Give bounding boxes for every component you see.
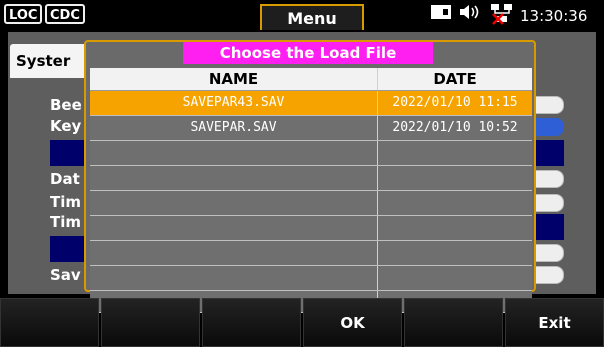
softkey-1[interactable] <box>0 298 99 347</box>
column-header-name: NAME <box>90 68 378 90</box>
loc-badge: LOC <box>4 4 43 24</box>
empty-row <box>90 266 532 291</box>
clock-time: 13:30:36 <box>520 7 588 25</box>
softkey-5[interactable] <box>404 298 503 347</box>
load-file-dialog: Choose the Load File NAME DATE SAVEPAR43… <box>84 40 536 313</box>
menu-tab[interactable]: Menu <box>260 4 364 30</box>
file-table: NAME DATE SAVEPAR43.SAV 2022/01/10 11:15… <box>90 68 532 313</box>
softkey-3[interactable] <box>202 298 301 347</box>
tab-system[interactable]: Syster <box>10 44 90 78</box>
status-bar: LOC CDC Menu 13:30:36 <box>0 0 604 32</box>
softkey-2[interactable] <box>101 298 200 347</box>
storage-icon <box>430 2 452 30</box>
beep-label: Bee <box>50 96 82 114</box>
file-date: 2022/01/10 11:15 <box>392 95 518 110</box>
speaker-icon <box>458 2 482 30</box>
date-label: Dat <box>50 170 80 188</box>
softkey-bar: OK Exit <box>0 298 604 347</box>
file-name: SAVEPAR43.SAV <box>90 91 378 115</box>
file-name: SAVEPAR.SAV <box>90 116 378 140</box>
column-header-date: DATE <box>433 70 477 88</box>
network-disconnected-icon <box>489 2 515 35</box>
ok-button[interactable]: OK <box>303 298 402 347</box>
save-label: Sav <box>50 266 81 284</box>
time-label-2: Tim <box>50 213 82 231</box>
empty-row <box>90 191 532 216</box>
empty-row <box>90 216 532 241</box>
time-label: Tim <box>50 193 82 211</box>
table-row[interactable]: SAVEPAR43.SAV 2022/01/10 11:15 <box>90 91 532 116</box>
empty-row <box>90 166 532 191</box>
cdc-badge: CDC <box>45 4 85 24</box>
empty-row <box>90 141 532 166</box>
table-row[interactable]: SAVEPAR.SAV 2022/01/10 10:52 <box>90 116 532 141</box>
file-date: 2022/01/10 10:52 <box>392 120 518 135</box>
exit-button[interactable]: Exit <box>505 298 604 347</box>
empty-row <box>90 241 532 266</box>
dialog-title: Choose the Load File <box>183 42 433 64</box>
key-label: Key <box>50 117 82 135</box>
table-header: NAME DATE <box>90 68 532 91</box>
